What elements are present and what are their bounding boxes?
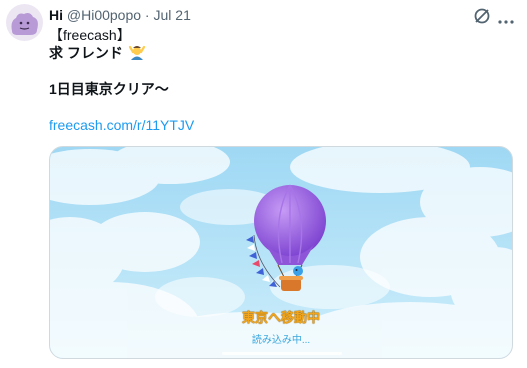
handle[interactable]: @Hi00popo bbox=[67, 7, 141, 23]
more-icon bbox=[498, 20, 514, 24]
tweet-line-2: 求 フレンド bbox=[49, 44, 146, 62]
separator: · bbox=[141, 7, 154, 23]
more-button[interactable] bbox=[498, 12, 514, 24]
tweet-line-1: 【freecash】 bbox=[49, 27, 131, 43]
raising-hands-emoji-icon bbox=[128, 45, 145, 60]
sky-background bbox=[50, 147, 512, 358]
tweet-line-3: 1日目東京クリア〜 bbox=[49, 81, 169, 97]
tweet-header: Hi @Hi00popo · Jul 21 bbox=[49, 7, 191, 24]
media-progress-bar bbox=[222, 352, 342, 355]
display-name[interactable]: Hi bbox=[49, 7, 63, 23]
loading-text: 読み込み中... bbox=[251, 335, 311, 346]
grok-icon bbox=[474, 8, 490, 24]
post-date[interactable]: Jul 21 bbox=[154, 7, 191, 23]
referral-link[interactable]: freecash.com/r/11YTJV bbox=[49, 117, 194, 134]
grok-button[interactable] bbox=[472, 6, 492, 26]
media-card[interactable]: 東京へ移動中 読み込み中... bbox=[49, 146, 513, 359]
avatar[interactable] bbox=[6, 4, 43, 41]
tweet-line-2-text: 求 フレンド bbox=[49, 45, 123, 61]
moving-status-text: 東京へ移動中 bbox=[241, 310, 320, 325]
ditto-avatar-icon bbox=[11, 13, 38, 35]
